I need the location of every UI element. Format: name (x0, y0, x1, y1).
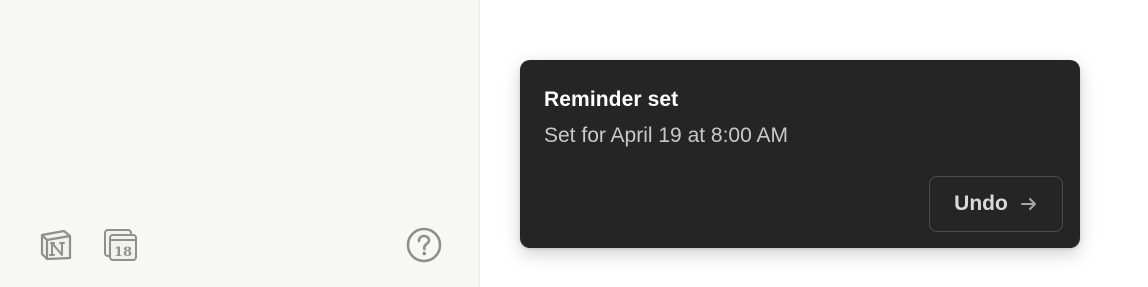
calendar-day-label: 18 (114, 245, 132, 260)
app-window: 18 Reminder set Set for April 19 at 8:00… (0, 0, 1148, 287)
reminder-toast: Reminder set Set for April 19 at 8:00 AM… (520, 60, 1080, 248)
sidebar: 18 (0, 0, 480, 287)
arrow-right-icon (1020, 195, 1038, 213)
notion-logo-icon[interactable] (38, 226, 74, 262)
undo-label: Undo (954, 192, 1008, 215)
undo-button[interactable]: Undo (929, 176, 1063, 232)
help-icon[interactable] (405, 226, 443, 264)
calendar-icon[interactable]: 18 (102, 226, 138, 262)
toast-subtitle: Set for April 19 at 8:00 AM (544, 124, 788, 147)
toast-title: Reminder set (544, 88, 679, 111)
